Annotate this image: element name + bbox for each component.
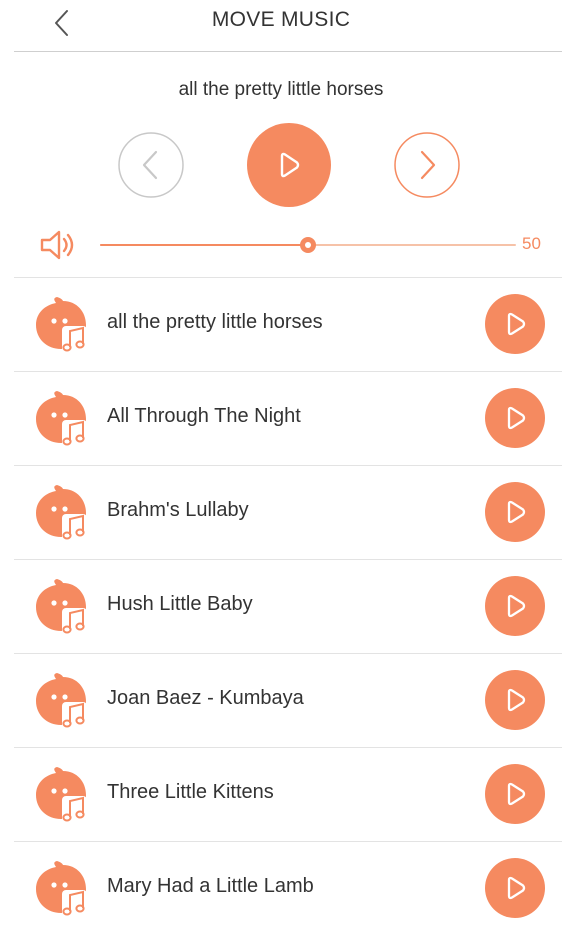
song-play-button[interactable]	[485, 482, 545, 542]
lullaby-music-icon	[36, 767, 87, 823]
song-title: Joan Baez - Kumbaya	[107, 687, 304, 709]
song-play-button[interactable]	[485, 858, 545, 918]
page-title: MOVE MUSIC	[211, 8, 351, 31]
next-track-circle	[394, 132, 460, 198]
song-play-button[interactable]	[485, 294, 545, 354]
lullaby-music-icon	[36, 485, 87, 541]
song-row[interactable]: Hush Little Baby	[14, 560, 562, 654]
now-playing-title: all the pretty little horses	[178, 79, 384, 100]
song-row[interactable]: Joan Baez - Kumbaya	[14, 654, 562, 748]
lullaby-music-icon	[36, 391, 87, 447]
song-play-button[interactable]	[485, 764, 545, 824]
song-title: All Through The Night	[107, 405, 301, 427]
song-title: all the pretty little horses	[107, 311, 323, 333]
play-pause-button[interactable]	[246, 122, 332, 208]
lullaby-music-icon	[36, 297, 87, 353]
lullaby-music-icon	[36, 673, 87, 729]
header-bar: MOVE MUSIC	[0, 0, 562, 52]
play-main-circle	[247, 123, 331, 207]
song-title: Hush Little Baby	[107, 593, 253, 615]
song-row[interactable]: Three Little Kittens	[14, 748, 562, 842]
song-row[interactable]: all the pretty little horses	[14, 278, 562, 372]
volume-value: 50	[522, 234, 541, 253]
song-play-button[interactable]	[485, 670, 545, 730]
volume-control: 50	[0, 224, 562, 266]
lullaby-music-icon	[36, 861, 87, 917]
speaker-icon[interactable]	[38, 228, 82, 262]
lullaby-music-icon	[36, 579, 87, 635]
song-row[interactable]: Mary Had a Little Lamb	[14, 842, 562, 935]
song-title: Mary Had a Little Lamb	[107, 875, 314, 897]
volume-slider-thumb[interactable]	[300, 237, 316, 253]
song-play-button[interactable]	[485, 388, 545, 448]
song-row[interactable]: Brahm's Lullaby	[14, 466, 562, 560]
song-title: Three Little Kittens	[107, 781, 274, 803]
previous-track-circle	[118, 132, 184, 198]
song-title: Brahm's Lullaby	[107, 499, 249, 521]
song-list: all the pretty little horses All Through…	[0, 278, 562, 935]
next-track-button[interactable]	[394, 132, 460, 198]
volume-slider[interactable]	[100, 234, 516, 256]
volume-slider-fill	[100, 244, 308, 246]
previous-track-button[interactable]	[118, 132, 184, 198]
song-play-button[interactable]	[485, 576, 545, 636]
header-divider	[14, 51, 562, 52]
song-row[interactable]: All Through The Night	[14, 372, 562, 466]
